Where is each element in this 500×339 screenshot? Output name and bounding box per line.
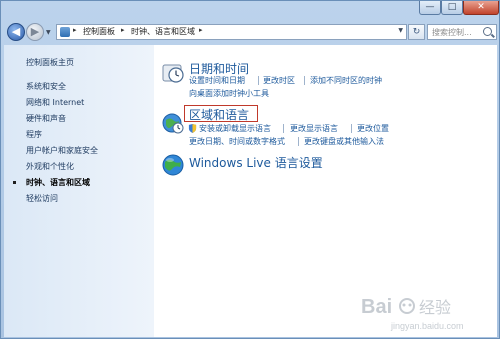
link-divider xyxy=(298,137,299,146)
sidebar: 控制面板主页 系统和安全 网络和 Internet 硬件和声音 程序 用户帐户和… xyxy=(4,45,154,337)
breadcrumb-separator[interactable]: ▸ xyxy=(121,26,125,34)
link-change-keyboards[interactable]: 更改键盘或其他输入法 xyxy=(304,136,384,147)
baidu-watermark-graphic: Bai 经验 jingyan.baidu.com xyxy=(361,296,464,331)
link-change-location[interactable]: 更改位置 xyxy=(357,123,389,134)
address-bar[interactable]: ▸ 控制面板 ▸ 时钟、语言和区域 ▸ ▼ xyxy=(56,24,407,40)
link-divider xyxy=(304,76,305,85)
link-set-time-date[interactable]: 设置时间和日期 xyxy=(189,75,245,86)
globe-icon[interactable] xyxy=(161,153,185,177)
link-divider xyxy=(351,124,352,133)
sidebar-item-appearance[interactable]: 外观和个性化 xyxy=(26,161,74,172)
link-add-clock-gadget[interactable]: 向桌面添加时钟小工具 xyxy=(189,88,269,99)
breadcrumb-control-panel[interactable]: 控制面板 xyxy=(83,26,115,37)
link-install-display-language[interactable]: 安装或卸载显示语言 xyxy=(199,123,271,134)
sidebar-item-network-internet[interactable]: 网络和 Internet xyxy=(26,97,84,108)
clock-icon[interactable] xyxy=(161,61,185,85)
sidebar-item-programs[interactable]: 程序 xyxy=(26,129,42,140)
maximize-button[interactable]: □ xyxy=(441,1,463,15)
svg-text:jingyan.baidu.com: jingyan.baidu.com xyxy=(390,321,464,331)
search-box[interactable]: 搜索控制... xyxy=(427,24,497,40)
minimize-button[interactable]: — xyxy=(419,1,441,15)
recent-pages-dropdown-icon[interactable]: ▼ xyxy=(46,29,51,36)
control-panel-window: — □ ✕ ◀ ▶ ▼ ▸ 控制面板 ▸ 时钟、语言和区域 ▸ ▼ ↻ 搜索控制… xyxy=(0,0,500,339)
svg-text:经验: 经验 xyxy=(419,298,451,317)
link-change-display-language[interactable]: 更改显示语言 xyxy=(290,123,338,134)
shield-icon xyxy=(188,124,197,133)
sidebar-item-clock-language-region[interactable]: 时钟、语言和区域 xyxy=(26,177,90,188)
refresh-button[interactable]: ↻ xyxy=(408,24,425,40)
link-change-time-zone[interactable]: 更改时区 xyxy=(263,75,295,86)
link-divider xyxy=(283,124,284,133)
control-panel-icon xyxy=(60,27,70,37)
forward-button[interactable]: ▶ xyxy=(26,23,44,41)
sidebar-item-user-accounts[interactable]: 用户帐户和家庭安全 xyxy=(26,145,98,156)
sidebar-item-hardware-sound[interactable]: 硬件和声音 xyxy=(26,113,66,124)
search-placeholder: 搜索控制... xyxy=(432,28,472,37)
baidu-watermark: Bai 经验 jingyan.baidu.com xyxy=(361,289,491,333)
link-add-clocks[interactable]: 添加不同时区的时钟 xyxy=(310,75,382,86)
close-button[interactable]: ✕ xyxy=(463,1,499,15)
svg-text:Bai: Bai xyxy=(361,296,392,318)
link-change-date-time-format[interactable]: 更改日期、时间或数字格式 xyxy=(189,136,285,147)
breadcrumb-clock-language-region[interactable]: 时钟、语言和区域 xyxy=(131,26,195,37)
windows-live-language-title[interactable]: Windows Live 语言设置 xyxy=(189,154,323,171)
globe-clock-icon[interactable] xyxy=(161,111,185,135)
back-button[interactable]: ◀ xyxy=(7,23,25,41)
breadcrumb-separator[interactable]: ▸ xyxy=(199,26,203,34)
search-icon[interactable] xyxy=(483,27,492,36)
address-dropdown-icon[interactable]: ▼ xyxy=(398,27,403,34)
navigation-bar: ◀ ▶ ▼ ▸ 控制面板 ▸ 时钟、语言和区域 ▸ ▼ ↻ 搜索控制... xyxy=(1,19,499,45)
sidebar-item-control-panel-home[interactable]: 控制面板主页 xyxy=(26,57,74,68)
sidebar-item-ease-of-access[interactable]: 轻松访问 xyxy=(26,193,58,204)
title-bar: — □ ✕ xyxy=(1,1,499,19)
breadcrumb-separator[interactable]: ▸ xyxy=(73,26,77,34)
link-divider xyxy=(258,76,259,85)
current-item-bullet xyxy=(13,181,16,184)
sidebar-item-system-security[interactable]: 系统和安全 xyxy=(26,81,66,92)
highlight-box xyxy=(184,105,258,122)
